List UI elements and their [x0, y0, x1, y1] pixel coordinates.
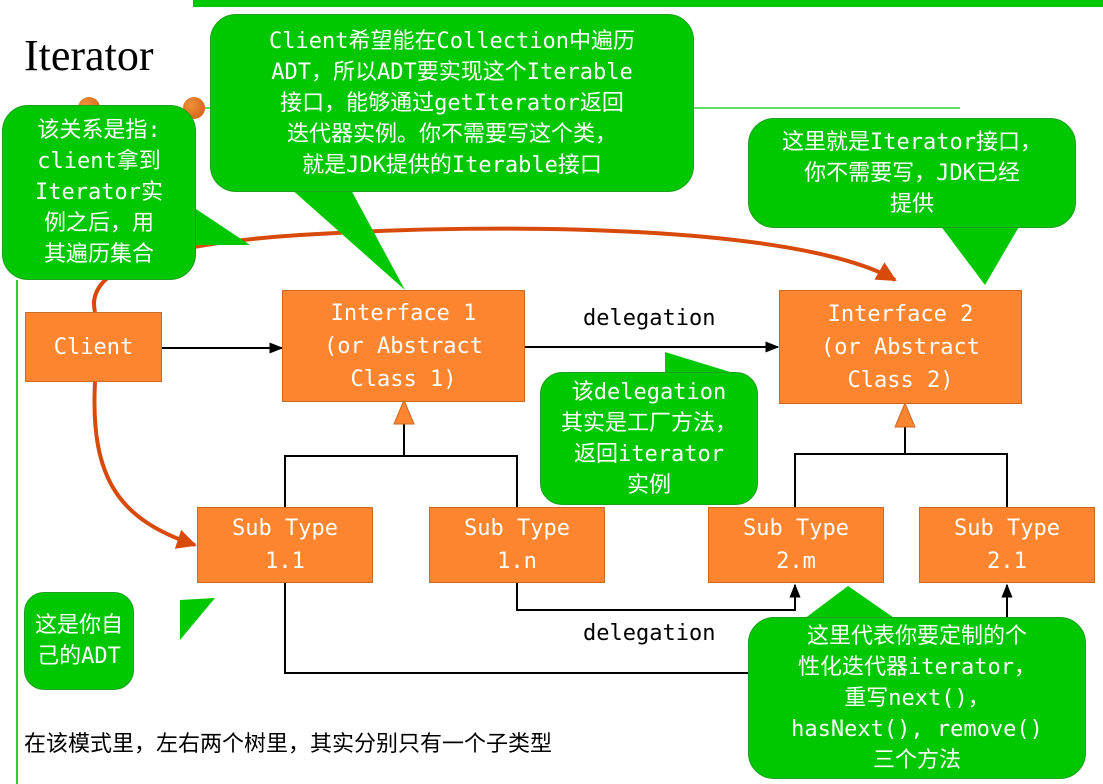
callout-custom-line-1: 这里代表你要定制的个 [806, 623, 1027, 649]
delegation-label-bottom: delegation [583, 621, 716, 646]
interface1-line-2: (or Abstract [324, 333, 483, 359]
callout-relation-line-3: Iterator实 [35, 180, 163, 205]
bottom-note: 在该模式里，左右两个树里，其实分别只有一个子类型 [24, 732, 553, 757]
callout-custom-line-5: 三个方法 [872, 747, 961, 773]
callout-custom-line-2: 性化迭代器iterator， [798, 654, 1036, 680]
callout-relation: 该关系是指: client拿到 Iterator实 例之后，用 其遍历集合 [2, 105, 196, 280]
callout-own-adt-line-1: 这是你自 [34, 613, 123, 638]
interface2-line-3: Class 2) [847, 367, 954, 393]
interface2-box[interactable]: Interface 2 (or Abstract Class 2) [779, 290, 1022, 404]
callout-iterator-line-3: 提供 [889, 191, 934, 217]
subtype-1-n-box[interactable]: Sub Type 1.n [429, 507, 605, 583]
callout-custom-iterator: 这里代表你要定制的个 性化迭代器iterator， 重写next()， hasN… [748, 617, 1086, 779]
callout-custom-line-3: 重写next()， [844, 685, 990, 711]
interface2-line-1: Interface 2 [827, 301, 974, 327]
interface1-line-3: Class 1) [350, 366, 457, 392]
callout-iterable: Client希望能在Collection中遍历 ADT，所以ADT要实现这个It… [210, 14, 694, 192]
interface2-line-2: (or Abstract [821, 334, 980, 360]
callout-iterable-line-4: 迭代器实例。你不需要写这个类， [286, 121, 617, 147]
callout-own-adt: 这是你自 己的ADT [24, 592, 134, 690]
subtype-2-1-line-2: 2.1 [987, 549, 1027, 574]
callout-iterator-line-2: 你不需要写，JDK已经 [804, 160, 1020, 186]
subtype-1-n-line-1: Sub Type [464, 516, 570, 541]
subtype-2-m-box[interactable]: Sub Type 2.m [708, 507, 884, 583]
callout-iterable-line-3: 接口，能够通过getIterator返回 [280, 90, 624, 116]
subtype-1-n-line-2: 1.n [497, 549, 537, 574]
interface1-box[interactable]: Interface 1 (or Abstract Class 1) [282, 290, 525, 402]
callout-relation-line-5: 其遍历集合 [43, 242, 154, 267]
client-box-label: Client [53, 334, 134, 360]
callout-iterator-interface: 这里就是Iterator接口， 你不需要写，JDK已经 提供 [748, 118, 1076, 228]
callout-factory-line-2: 其实是工厂方法， [560, 410, 737, 436]
callout-relation-line-4: 例之后，用 [43, 211, 154, 236]
subtype-1-1-line-1: Sub Type [232, 516, 338, 541]
client-to-subtype-curve [92, 381, 197, 549]
callout-tail-iterable [290, 188, 405, 290]
generalization-triangle-2 [894, 401, 916, 428]
delegation-label-top: delegation [583, 306, 716, 331]
callout-relation-line-2: client拿到 [37, 149, 161, 174]
inheritance-tree-1 [284, 455, 518, 507]
generalization-triangle-1 [393, 398, 415, 425]
inheritance-tree-2 [794, 453, 1008, 507]
callout-tail-iterator-iface [940, 225, 1020, 285]
subtype-2-m-line-1: Sub Type [743, 516, 849, 541]
subtype-2-1-line-1: Sub Type [954, 516, 1060, 541]
interface1-line-1: Interface 1 [330, 300, 477, 326]
callout-tail-own-adt [180, 598, 215, 640]
callout-iterable-line-1: Client希望能在Collection中遍历 [269, 28, 635, 54]
client-box[interactable]: Client [25, 312, 162, 382]
subtype-1-1-line-2: 1.1 [265, 549, 305, 574]
callout-relation-line-1: 该关系是指: [37, 118, 161, 143]
callout-factory-line-3: 返回iterator [574, 441, 724, 467]
callout-factory-line-1: 该delegation [571, 379, 727, 405]
callout-iterable-line-5: 就是JDK提供的Iterable接口 [302, 152, 602, 178]
callout-factory-line-4: 实例 [626, 472, 671, 498]
callout-tail-relation [190, 205, 250, 245]
subtype-2-m-line-2: 2.m [776, 549, 816, 574]
callout-custom-line-4: hasNext(), remove() [791, 716, 1043, 742]
callout-iterable-line-2: ADT，所以ADT要实现这个Iterable [271, 59, 633, 85]
callout-iterator-line-1: 这里就是Iterator接口， [782, 129, 1042, 155]
delegation-arrow-1n-2m [516, 582, 801, 611]
callout-own-adt-line-2: 己的ADT [37, 644, 121, 669]
subtype-1-1-box[interactable]: Sub Type 1.1 [197, 507, 373, 583]
subtype-2-1-box[interactable]: Sub Type 2.1 [919, 507, 1095, 583]
callout-factory: 该delegation 其实是工厂方法， 返回iterator 实例 [540, 372, 758, 505]
